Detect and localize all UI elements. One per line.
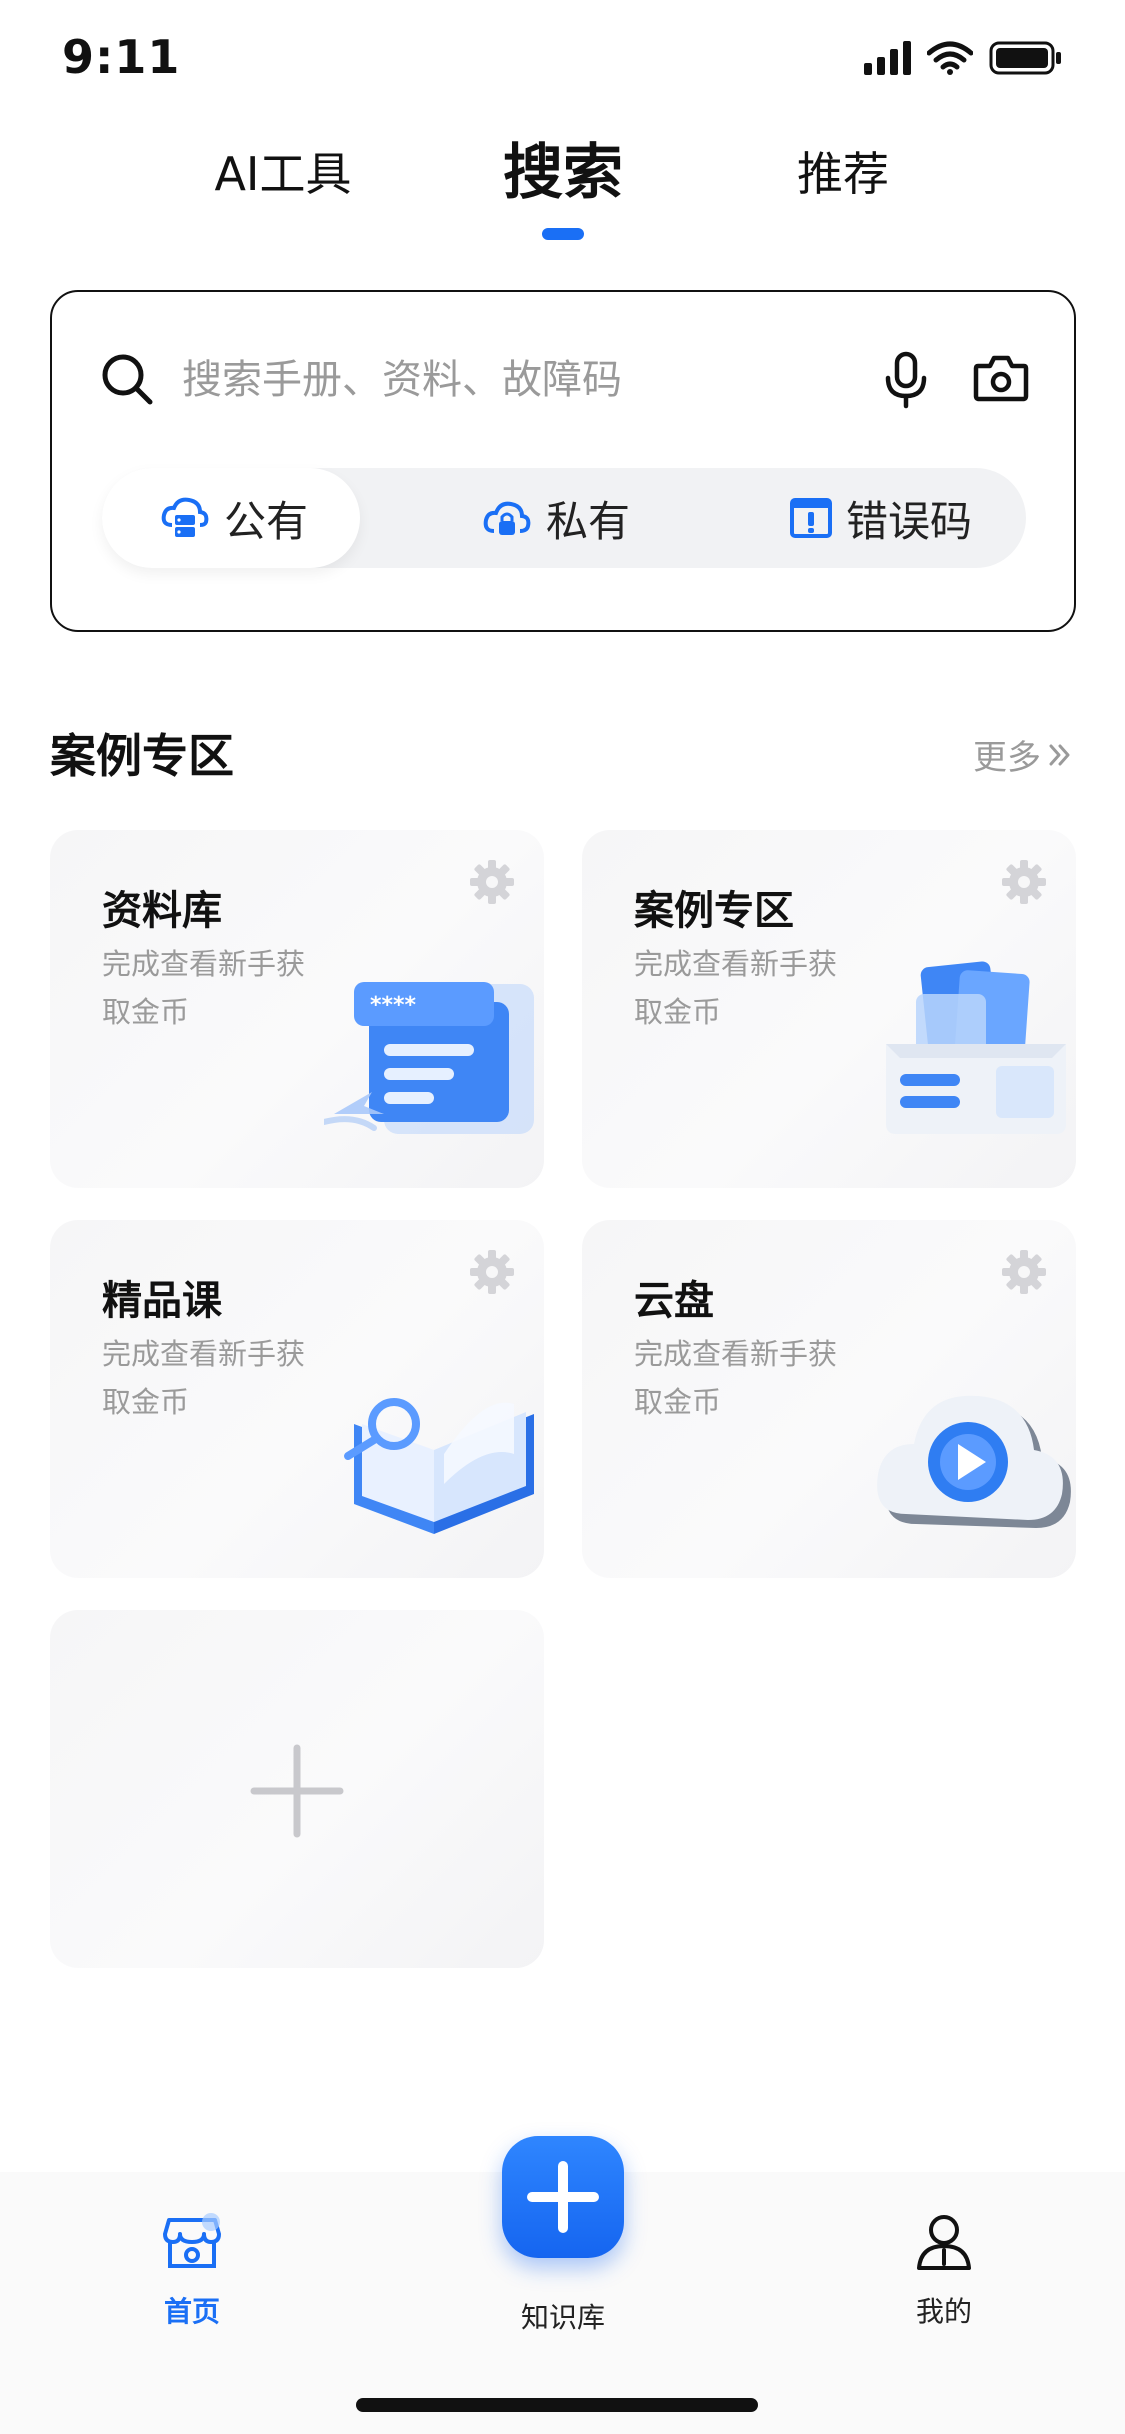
gear-icon[interactable] — [1000, 1248, 1048, 1296]
cloud-lock-icon — [483, 501, 531, 535]
card-title: 云盘 — [634, 1278, 714, 1324]
signal-icon — [864, 41, 911, 75]
nav-knowledge-base-label[interactable]: 知识库 — [482, 2296, 644, 2336]
plus-icon — [250, 1744, 344, 1838]
nav-mine[interactable]: 我的 — [864, 2212, 1024, 2330]
document-illustration-icon: **** — [324, 982, 534, 1134]
tab-ai-tools[interactable]: AI工具 — [208, 138, 358, 204]
password-mask: **** — [370, 993, 417, 1018]
scope-public-label: 公有 — [224, 496, 309, 546]
scope-private-label: 私有 — [546, 496, 631, 546]
section-title: 案例专区 — [50, 729, 234, 783]
cloud-play-illustration-icon — [877, 1395, 1071, 1528]
plus-icon — [527, 2161, 599, 2233]
scope-error-code[interactable]: 错误码 — [742, 468, 1026, 568]
knowledge-base-button[interactable] — [502, 2136, 624, 2258]
error-code-icon — [790, 498, 832, 538]
add-card-button[interactable] — [50, 1610, 544, 1968]
active-tab-indicator — [542, 228, 584, 240]
nav-home-label: 首页 — [163, 2295, 220, 2328]
card-title: 精品课 — [102, 1278, 222, 1324]
card-desc: 完成查看新手获取金币 — [102, 1337, 306, 1419]
gear-icon[interactable] — [1000, 858, 1048, 906]
scope-public[interactable]: 公有 — [102, 468, 360, 568]
search-input[interactable]: 搜索手册、资料、故障码 — [182, 352, 622, 408]
wifi-icon — [927, 41, 973, 75]
scope-private[interactable]: 私有 — [432, 468, 672, 568]
card-title: 资料库 — [102, 888, 222, 934]
more-label: 更多 — [973, 738, 1041, 778]
home-indicator[interactable] — [356, 2398, 758, 2412]
card-title: 案例专区 — [634, 888, 794, 934]
card-desc: 完成查看新手获取金币 — [634, 1337, 838, 1419]
card-library[interactable]: 资料库 完成查看新手获取金币 **** — [50, 830, 544, 1188]
card-desc: 完成查看新手获取金币 — [102, 947, 306, 1029]
gear-icon[interactable] — [468, 858, 516, 906]
card-premium-course[interactable]: 精品课 完成查看新手获取金币 — [50, 1220, 544, 1578]
double-chevron-right-icon — [1049, 744, 1070, 765]
card-case-zone[interactable]: 案例专区 完成查看新手获取金币 — [582, 830, 1076, 1188]
battery-icon — [989, 41, 1061, 75]
nav-home[interactable]: 首页 — [112, 2212, 272, 2330]
card-desc: 完成查看新手获取金币 — [634, 947, 838, 1029]
search-card: 搜索手册、资料、故障码 公有 私有 错误码 — [50, 290, 1076, 632]
camera-icon[interactable] — [972, 352, 1030, 404]
shop-icon — [163, 2213, 221, 2268]
open-book-illustration-icon — [344, 1398, 534, 1534]
card-cloud-drive[interactable]: 云盘 完成查看新手获取金币 — [582, 1220, 1076, 1578]
more-link[interactable]: 更多 — [973, 730, 1075, 779]
status-bar: 9:11 — [0, 0, 1125, 120]
scope-error-code-label: 错误码 — [846, 496, 973, 546]
file-box-illustration-icon — [886, 961, 1066, 1134]
microphone-icon[interactable] — [882, 350, 930, 410]
nav-mine-label: 我的 — [915, 2295, 972, 2328]
tab-search[interactable]: 搜索 — [488, 124, 638, 211]
user-icon — [917, 2215, 971, 2270]
status-time: 9:11 — [62, 30, 181, 84]
cloud-server-icon — [161, 497, 209, 537]
search-scope-segment: 公有 私有 错误码 — [102, 468, 1026, 568]
gear-icon[interactable] — [468, 1248, 516, 1296]
search-icon[interactable] — [100, 352, 156, 408]
status-icons — [864, 40, 1063, 76]
tab-recommend[interactable]: 推荐 — [768, 138, 918, 204]
